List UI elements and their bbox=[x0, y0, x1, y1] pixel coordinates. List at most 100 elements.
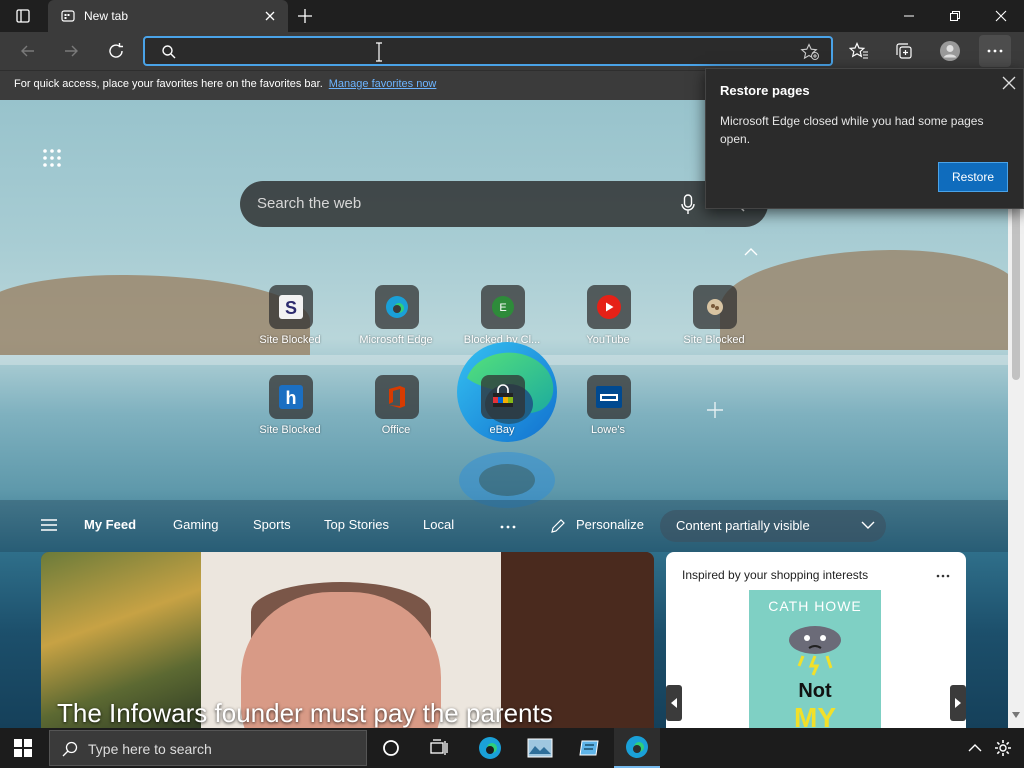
taskbar-edge-button[interactable] bbox=[467, 728, 513, 768]
new-tab-page-icon bbox=[61, 10, 75, 22]
web-search-box[interactable]: Search the web bbox=[240, 181, 768, 227]
chevron-up-icon[interactable] bbox=[743, 247, 759, 257]
quick-link-tile[interactable]: YouTube bbox=[563, 285, 653, 355]
carousel-next-button[interactable] bbox=[950, 685, 966, 721]
quick-link-tile[interactable]: h Site Blocked bbox=[245, 375, 335, 445]
back-arrow-icon bbox=[21, 45, 34, 57]
ebay-bag-icon bbox=[493, 384, 513, 407]
more-dots-icon[interactable] bbox=[499, 524, 517, 530]
edge-icon bbox=[479, 737, 501, 759]
feed-tab-sports[interactable]: Sports bbox=[253, 517, 291, 532]
quick-link-tile[interactable]: S Site Blocked bbox=[245, 285, 335, 355]
dialog-message: Microsoft Edge closed while you had some… bbox=[720, 114, 984, 146]
news-card[interactable]: The Infowars founder must pay the parent… bbox=[41, 552, 654, 728]
tile-label: Site Blocked bbox=[259, 424, 321, 436]
storm-cloud-icon bbox=[789, 626, 841, 676]
taskbar-search-box[interactable]: Type here to search bbox=[49, 730, 367, 766]
svg-text:h: h bbox=[286, 388, 297, 408]
search-placeholder: Search the web bbox=[257, 195, 362, 212]
close-tab-icon[interactable] bbox=[262, 8, 278, 24]
pencil-icon bbox=[551, 519, 565, 533]
forward-button[interactable] bbox=[55, 35, 87, 67]
feed-tab-local[interactable]: Local bbox=[423, 517, 454, 532]
quick-link-tile[interactable]: Lowe's bbox=[563, 375, 653, 445]
manage-favorites-link[interactable]: Manage favorites now bbox=[329, 78, 437, 90]
favorites-star-icon bbox=[849, 42, 868, 59]
hamburger-menu-icon[interactable] bbox=[40, 518, 58, 532]
settings-more-button[interactable] bbox=[979, 35, 1011, 67]
dialog-title: Restore pages bbox=[720, 83, 810, 98]
quick-link-tile[interactable]: Office bbox=[351, 375, 441, 445]
tile-label: Site Blocked bbox=[683, 334, 745, 346]
tab-title: New tab bbox=[84, 9, 129, 23]
taskbar-edge-active-button[interactable] bbox=[614, 728, 660, 768]
feed-navigation: My Feed Gaming Sports Top Stories Local … bbox=[0, 500, 1008, 552]
new-tab-button[interactable] bbox=[282, 0, 328, 32]
gear-icon bbox=[995, 740, 1011, 756]
favorites-button[interactable] bbox=[843, 35, 875, 67]
h-letter-icon: h bbox=[279, 385, 303, 409]
photos-icon bbox=[527, 738, 553, 758]
cortana-button[interactable] bbox=[368, 728, 414, 768]
restore-button[interactable]: Restore bbox=[938, 162, 1008, 192]
taskbar-photos-button[interactable] bbox=[517, 728, 563, 768]
tile-label: Lowe's bbox=[591, 424, 625, 436]
book-title-line-2: MY bbox=[794, 702, 836, 728]
address-bar[interactable] bbox=[143, 36, 833, 66]
restore-window-button[interactable] bbox=[932, 0, 978, 32]
personalize-button[interactable]: Personalize bbox=[576, 517, 644, 532]
favorites-bar-message: For quick access, place your favorites h… bbox=[14, 78, 323, 90]
browser-tab[interactable]: New tab bbox=[48, 0, 288, 32]
s-letter-icon: S bbox=[279, 295, 303, 319]
lowes-icon bbox=[596, 386, 622, 408]
quick-link-tile[interactable]: Site Blocked bbox=[669, 285, 759, 355]
tile-icon-container bbox=[587, 285, 631, 329]
tab-actions-button[interactable] bbox=[0, 0, 46, 32]
task-view-button[interactable] bbox=[416, 728, 462, 768]
quick-link-tile[interactable]: Microsoft Edge bbox=[351, 285, 441, 355]
add-site-icon[interactable] bbox=[705, 400, 725, 420]
chevron-left-icon bbox=[671, 698, 677, 708]
chevron-right-icon bbox=[955, 698, 961, 708]
refresh-button[interactable] bbox=[100, 35, 132, 67]
cortana-icon bbox=[383, 740, 399, 756]
collections-button[interactable] bbox=[888, 35, 920, 67]
tile-label: Site Blocked bbox=[259, 334, 321, 346]
carousel-previous-button[interactable] bbox=[666, 685, 682, 721]
settings-button[interactable] bbox=[980, 728, 1024, 768]
navigation-toolbar bbox=[0, 32, 1024, 70]
tile-icon-container bbox=[375, 285, 419, 329]
book-cover[interactable]: CATH HOWE Not MY bbox=[749, 590, 881, 728]
quick-link-tile[interactable]: eBay bbox=[457, 375, 547, 445]
text-cursor-icon bbox=[376, 42, 382, 62]
add-favorite-icon[interactable] bbox=[800, 43, 820, 61]
minimize-button[interactable] bbox=[886, 0, 932, 32]
windows-taskbar: Type here to search bbox=[0, 728, 1024, 768]
app-launcher-icon[interactable] bbox=[42, 148, 62, 168]
taskbar-app-button[interactable] bbox=[566, 728, 612, 768]
more-dots-icon[interactable] bbox=[936, 574, 950, 578]
news-headline[interactable]: The Infowars founder must pay the parent… bbox=[57, 698, 553, 728]
restore-window-icon bbox=[950, 11, 960, 21]
scroll-down-icon[interactable] bbox=[1012, 712, 1020, 718]
start-button[interactable] bbox=[0, 728, 46, 768]
feed-tab-gaming[interactable]: Gaming bbox=[173, 517, 219, 532]
microphone-icon[interactable] bbox=[680, 194, 696, 216]
shopping-card[interactable]: Inspired by your shopping interests CATH… bbox=[666, 552, 966, 728]
back-button[interactable] bbox=[12, 35, 44, 67]
avatar bbox=[940, 41, 960, 61]
plus-icon bbox=[298, 9, 312, 23]
title-bar: New tab bbox=[0, 0, 1024, 32]
e-circle-icon: E bbox=[492, 296, 514, 318]
close-icon[interactable] bbox=[1000, 74, 1018, 92]
feed-tab-top-stories[interactable]: Top Stories bbox=[324, 517, 389, 532]
profile-button[interactable] bbox=[934, 35, 966, 67]
tile-icon-container bbox=[375, 375, 419, 419]
forward-arrow-icon bbox=[65, 45, 78, 57]
task-view-icon bbox=[430, 739, 448, 755]
close-window-button[interactable] bbox=[978, 0, 1024, 32]
feed-tab-my-feed[interactable]: My Feed bbox=[84, 517, 136, 532]
tablet-app-icon bbox=[579, 740, 599, 756]
search-icon bbox=[62, 741, 78, 757]
content-visibility-dropdown[interactable]: Content partially visible bbox=[660, 510, 886, 542]
